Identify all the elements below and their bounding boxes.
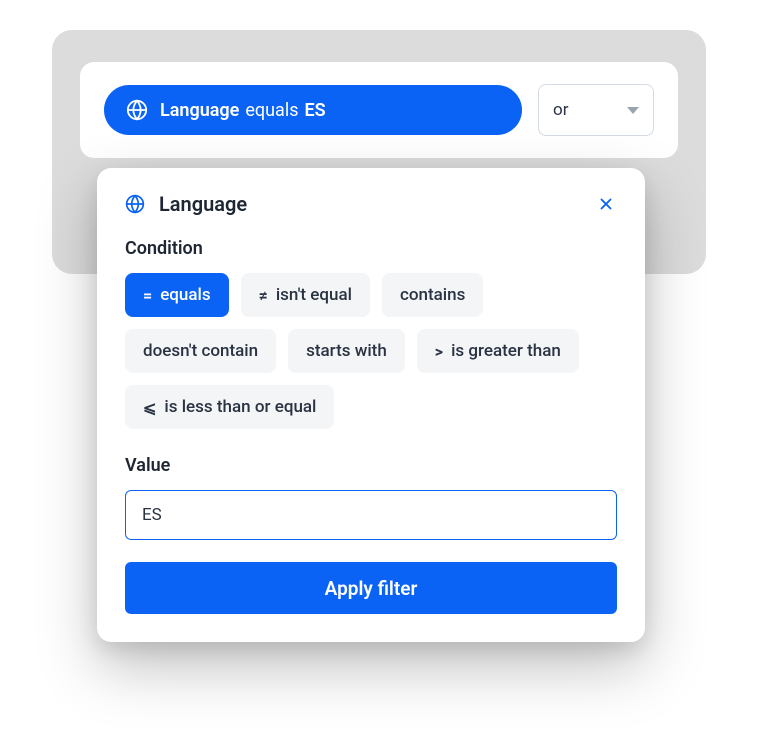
- logic-operator-value: or: [553, 100, 568, 120]
- condition-equals[interactable]: = equals: [125, 273, 229, 317]
- condition-doesnt-contain[interactable]: doesn't contain: [125, 329, 276, 373]
- equals-symbol: =: [143, 286, 152, 305]
- apply-filter-button[interactable]: Apply filter: [125, 562, 617, 614]
- condition-label: doesn't contain: [143, 341, 258, 361]
- condition-section-label: Condition: [125, 238, 617, 259]
- greater-than-symbol: >: [435, 342, 443, 361]
- globe-icon: [125, 194, 145, 214]
- filter-field: Language: [160, 100, 239, 121]
- condition-label: isn't equal: [276, 285, 352, 305]
- value-section-label: Value: [125, 455, 617, 476]
- filter-value: ES: [305, 100, 326, 121]
- condition-less-than-or-equal[interactable]: ⩽ is less than or equal: [125, 385, 334, 429]
- globe-icon: [126, 99, 148, 121]
- condition-starts-with[interactable]: starts with: [288, 329, 405, 373]
- filter-operator: equals: [245, 100, 298, 121]
- condition-not-equal[interactable]: ≠ isn't equal: [241, 273, 370, 317]
- less-than-equal-symbol: ⩽: [143, 398, 156, 417]
- popover-title-group: Language: [125, 192, 247, 216]
- popover-title: Language: [159, 192, 247, 216]
- condition-label: equals: [160, 285, 210, 305]
- close-button[interactable]: [595, 193, 617, 215]
- popover-header: Language: [125, 192, 617, 216]
- filter-pill-language[interactable]: Language equals ES: [104, 85, 522, 135]
- filter-editor-popover: Language Condition = equals ≠ isn't equa…: [97, 168, 645, 642]
- chevron-down-icon: [627, 107, 639, 114]
- filter-pill-text: Language equals ES: [160, 100, 326, 121]
- value-input[interactable]: [125, 490, 617, 540]
- condition-chip-group: = equals ≠ isn't equal contains doesn't …: [125, 273, 617, 429]
- filter-bar: Language equals ES or: [80, 62, 678, 158]
- logic-operator-select[interactable]: or: [538, 84, 654, 136]
- close-icon: [597, 195, 615, 213]
- not-equal-symbol: ≠: [259, 286, 268, 305]
- condition-contains[interactable]: contains: [382, 273, 483, 317]
- condition-label: is greater than: [451, 341, 561, 361]
- condition-label: is less than or equal: [164, 397, 316, 417]
- condition-label: starts with: [306, 341, 387, 361]
- condition-greater-than[interactable]: > is greater than: [417, 329, 579, 373]
- condition-label: contains: [400, 285, 465, 305]
